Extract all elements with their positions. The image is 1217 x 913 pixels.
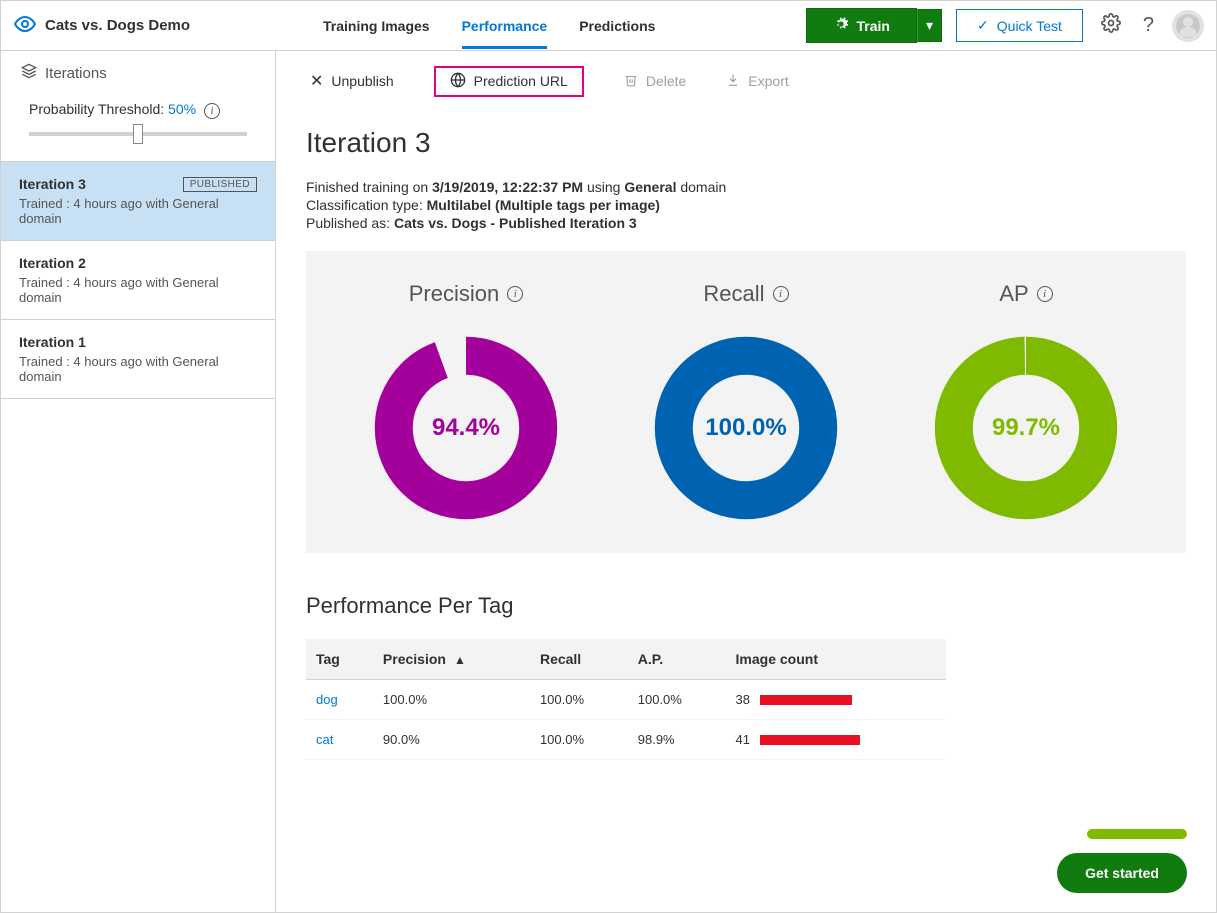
recall-label: Recall [703, 281, 764, 307]
info-icon[interactable]: i [204, 103, 220, 119]
status-pill [1087, 829, 1187, 839]
iteration-name: Iteration 1 [19, 334, 86, 350]
cell-ap: 98.9% [628, 720, 726, 760]
iterations-label: Iterations [45, 65, 107, 82]
table-row: dog100.0%100.0%100.0%38 [306, 680, 946, 720]
app-title: Cats vs. Dogs Demo [45, 17, 190, 34]
training-finished-line: Finished training on 3/19/2019, 12:22:37… [306, 179, 1186, 195]
close-icon: ✕ [310, 71, 323, 91]
chevron-down-icon: ▾ [926, 17, 933, 33]
info-icon[interactable]: i [507, 286, 523, 302]
precision-value: 94.4% [371, 333, 561, 523]
iteration-item[interactable]: Iteration 1 Trained : 4 hours ago with G… [1, 320, 275, 399]
gears-icon [833, 16, 849, 35]
iteration-subtitle: Trained : 4 hours ago with General domai… [19, 196, 257, 226]
col-tag[interactable]: Tag [306, 639, 373, 680]
gear-icon [1101, 17, 1121, 37]
layers-icon [21, 63, 37, 83]
app-header: Cats vs. Dogs Demo Training Images Perfo… [1, 1, 1216, 51]
tab-predictions[interactable]: Predictions [579, 4, 655, 48]
threshold-slider[interactable] [29, 125, 247, 143]
info-icon[interactable]: i [773, 286, 789, 302]
get-started-button[interactable]: Get started [1057, 853, 1187, 893]
export-button[interactable]: Export [726, 73, 788, 90]
ap-metric: AP i 99.7% [931, 281, 1121, 523]
performance-table: Tag Precision▲ Recall A.P. Image count d… [306, 639, 946, 760]
ap-label: AP [999, 281, 1028, 307]
col-ap[interactable]: A.P. [628, 639, 726, 680]
ap-value: 99.7% [931, 333, 1121, 523]
download-icon [726, 73, 740, 90]
question-icon: ? [1143, 14, 1154, 36]
iteration-subtitle: Trained : 4 hours ago with General domai… [19, 275, 257, 305]
count-bar [760, 695, 852, 705]
recall-value: 100.0% [651, 333, 841, 523]
cell-count: 41 [736, 732, 750, 747]
performance-per-tag-title: Performance Per Tag [306, 593, 1186, 619]
table-row: cat 90.0%100.0%98.9% 41 [306, 720, 946, 760]
published-badge: PUBLISHED [183, 177, 257, 192]
precision-label: Precision [409, 281, 499, 307]
iteration-name: Iteration 2 [19, 255, 86, 271]
info-icon[interactable]: i [1037, 286, 1053, 302]
col-precision[interactable]: Precision▲ [373, 639, 530, 680]
train-dropdown-button[interactable]: ▾ [917, 9, 942, 42]
precision-metric: Precision i 94.4% [371, 281, 561, 523]
tab-training-images[interactable]: Training Images [323, 4, 430, 48]
trash-icon [624, 73, 638, 90]
delete-label: Delete [646, 73, 686, 89]
threshold-value: 50% [168, 101, 196, 117]
train-label: Train [857, 18, 890, 34]
threshold-label: Probability Threshold: [29, 101, 164, 117]
sidebar: Iterations Probability Threshold: 50% i … [1, 51, 276, 912]
cell-recall: 100.0% [530, 720, 628, 760]
col-image-count[interactable]: Image count [726, 639, 946, 680]
metrics-panel: Precisioni 94.4% Recalli 100.0% [306, 251, 1186, 553]
iteration-item[interactable]: Iteration 2 Trained : 4 hours ago with G… [1, 241, 275, 320]
train-button-group: Train ▾ [806, 8, 943, 43]
sort-arrow-icon: ▲ [454, 653, 466, 667]
cell-count: 38 [736, 692, 750, 707]
probability-threshold: Probability Threshold: 50% i [1, 95, 275, 161]
iteration-subtitle: Trained : 4 hours ago with General domai… [19, 354, 257, 384]
iteration-name: Iteration 3 [19, 176, 86, 192]
train-button[interactable]: Train [806, 8, 917, 43]
iteration-list: Iteration 3 PUBLISHED Trained : 4 hours … [1, 161, 275, 399]
cell-ap: 100.0% [628, 680, 726, 720]
cell-recall: 100.0% [530, 680, 628, 720]
tag-link[interactable]: dog [316, 692, 338, 707]
col-recall[interactable]: Recall [530, 639, 628, 680]
slider-thumb[interactable] [133, 124, 143, 144]
globe-icon [450, 72, 466, 91]
unpublish-label: Unpublish [331, 73, 393, 89]
classification-type-line: Classification type: Multilabel (Multipl… [306, 197, 1186, 213]
prediction-url-button[interactable]: Prediction URL [434, 66, 584, 97]
check-icon: ✓ [977, 17, 989, 34]
quick-test-label: Quick Test [997, 18, 1062, 34]
delete-button[interactable]: Delete [624, 73, 686, 90]
cell-precision: 90.0% [373, 720, 530, 760]
iterations-header: Iterations [1, 51, 275, 95]
iteration-item[interactable]: Iteration 3 PUBLISHED Trained : 4 hours … [1, 162, 275, 241]
help-button[interactable]: ? [1139, 10, 1158, 41]
quick-test-button[interactable]: ✓ Quick Test [956, 9, 1083, 42]
cell-precision: 100.0% [373, 680, 530, 720]
tag-link[interactable]: cat [316, 732, 333, 747]
get-started-label: Get started [1085, 865, 1159, 881]
export-label: Export [748, 73, 788, 89]
unpublish-button[interactable]: ✕ Unpublish [310, 71, 394, 91]
count-bar [760, 735, 860, 745]
user-avatar[interactable] [1172, 10, 1204, 42]
tab-performance[interactable]: Performance [462, 4, 548, 48]
settings-button[interactable] [1097, 9, 1125, 42]
iteration-title: Iteration 3 [306, 127, 1186, 159]
recall-metric: Recalli 100.0% [651, 281, 841, 523]
avatar-icon [1176, 14, 1200, 38]
prediction-url-label: Prediction URL [474, 73, 568, 89]
iteration-actions: ✕ Unpublish Prediction URL Delete Expor [306, 51, 1186, 111]
customvision-logo-icon [13, 12, 37, 39]
main-content: ✕ Unpublish Prediction URL Delete Expor [276, 51, 1216, 912]
published-as-line: Published as: Cats vs. Dogs - Published … [306, 215, 1186, 231]
